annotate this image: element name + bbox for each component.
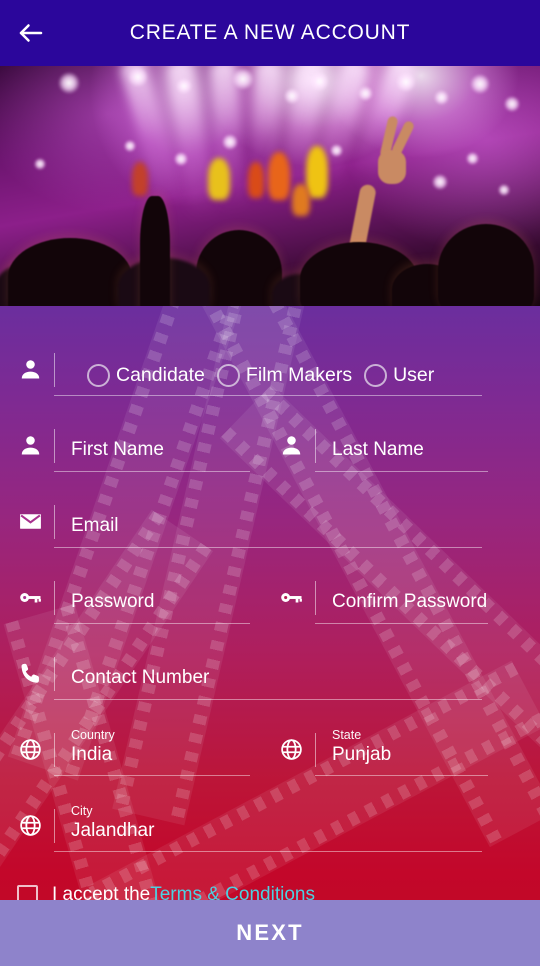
contact-number-input[interactable]: Contact Number: [71, 665, 504, 691]
key-icon: [12, 577, 50, 617]
field-underline: [54, 851, 482, 852]
radio-film-makers-label: Film Makers: [245, 364, 353, 386]
confirm-password-field[interactable]: Confirm Password: [273, 566, 516, 624]
signup-form: Candidate Film Makers User First Name La…: [0, 306, 540, 966]
signup-screen: CREATE A NEW ACCOUNT Candidate Film Make…: [0, 0, 540, 966]
person-icon: [12, 349, 50, 389]
password-row: Password Confirm Password: [0, 566, 540, 624]
field-underline: [54, 471, 250, 472]
country-state-row: Country India State Punjab: [0, 718, 540, 776]
field-underline: [315, 623, 488, 624]
radio-film-makers[interactable]: Film Makers: [216, 364, 353, 387]
city-field[interactable]: City Jalandhar: [12, 794, 504, 852]
state-field[interactable]: State Punjab: [273, 718, 516, 776]
field-underline: [54, 699, 482, 700]
radio-user-label: User: [393, 364, 435, 386]
field-underline: [54, 623, 250, 624]
radio-circle-icon: [87, 364, 110, 387]
phone-icon: [12, 653, 50, 693]
radio-candidate[interactable]: Candidate: [87, 364, 205, 387]
state-value[interactable]: Punjab: [332, 743, 516, 767]
confirm-password-input[interactable]: Confirm Password: [332, 589, 516, 615]
app-bar: CREATE A NEW ACCOUNT: [0, 0, 540, 66]
arrow-left-icon: [19, 24, 43, 42]
globe-icon: [12, 729, 50, 769]
password-field[interactable]: Password: [12, 566, 255, 624]
hero-concert-image: [0, 66, 540, 306]
email-row: Email: [0, 490, 540, 548]
last-name-field[interactable]: Last Name: [273, 414, 516, 472]
state-label: State: [332, 728, 362, 742]
person-icon: [12, 425, 50, 465]
role-field: Candidate Film Makers User: [12, 338, 504, 396]
city-value[interactable]: Jalandhar: [71, 819, 504, 843]
country-value[interactable]: India: [71, 743, 255, 767]
city-row: City Jalandhar: [0, 794, 540, 852]
page-title: CREATE A NEW ACCOUNT: [129, 21, 411, 44]
email-field[interactable]: Email: [12, 490, 504, 548]
field-underline: [315, 775, 488, 776]
back-button[interactable]: [0, 0, 62, 66]
contact-number-row: Contact Number: [0, 642, 540, 700]
globe-icon: [273, 729, 311, 769]
next-button[interactable]: NEXT: [0, 900, 540, 966]
city-label: City: [71, 804, 93, 818]
last-name-input[interactable]: Last Name: [332, 437, 516, 463]
field-underline: [54, 775, 250, 776]
name-row: First Name Last Name: [0, 414, 540, 472]
email-input[interactable]: Email: [71, 513, 504, 539]
field-underline: [54, 547, 482, 548]
radio-circle-icon: [364, 364, 388, 387]
first-name-field[interactable]: First Name: [12, 414, 255, 472]
first-name-input[interactable]: First Name: [71, 437, 255, 463]
field-underline: [315, 471, 488, 472]
field-underline: [54, 395, 482, 396]
contact-number-field[interactable]: Contact Number: [12, 642, 504, 700]
country-field[interactable]: Country India: [12, 718, 255, 776]
radio-candidate-label: Candidate: [116, 364, 205, 386]
password-input[interactable]: Password: [71, 589, 255, 615]
key-icon: [273, 577, 311, 617]
country-label: Country: [71, 728, 115, 742]
radio-circle-icon: [216, 364, 240, 387]
radio-user[interactable]: User: [364, 364, 434, 387]
crowd-silhouettes: [0, 146, 540, 306]
role-selector-row: Candidate Film Makers User: [0, 338, 540, 396]
person-icon: [273, 425, 311, 465]
globe-icon: [12, 805, 50, 845]
next-button-label: NEXT: [236, 920, 304, 945]
envelope-icon: [12, 501, 50, 541]
